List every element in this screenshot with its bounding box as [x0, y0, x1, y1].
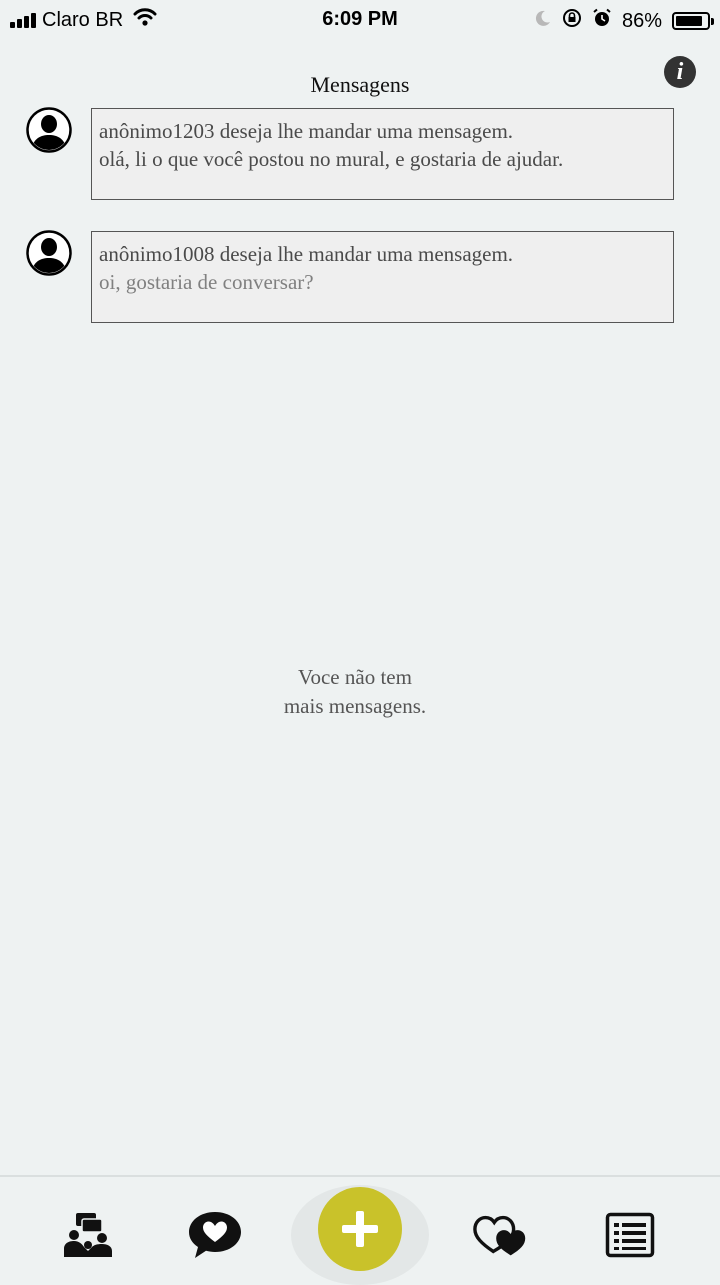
- battery-percent: 86%: [621, 9, 662, 32]
- avatar-icon: [26, 107, 72, 153]
- bottom-nav: [0, 1175, 720, 1285]
- message-card[interactable]: anônimo1203 deseja lhe mandar uma mensag…: [91, 108, 674, 200]
- page-title: Mensagens: [310, 72, 410, 97]
- empty-state: Voce não tem mais mensagens.: [0, 663, 710, 721]
- status-bar: Claro BR 6:09 PM 86%: [0, 0, 720, 40]
- add-icon[interactable]: [318, 1187, 402, 1271]
- message-text: olá, li o que você postou no mural, e go…: [99, 147, 564, 171]
- message-title: anônimo1008 deseja lhe mandar uma mensag…: [99, 242, 514, 266]
- heart-chat-icon[interactable]: [185, 1207, 245, 1263]
- list-icon[interactable]: [600, 1207, 660, 1263]
- message-card[interactable]: anônimo1008 deseja lhe mandar uma mensag…: [91, 231, 674, 323]
- empty-state-line: mais mensagens.: [283, 694, 427, 718]
- alarm-icon: [592, 8, 612, 34]
- message-title: anônimo1203 deseja lhe mandar uma mensag…: [99, 119, 514, 143]
- hearts-icon[interactable]: [472, 1207, 532, 1263]
- battery-icon: [672, 12, 714, 30]
- rotation-lock-icon: [562, 8, 582, 34]
- status-right: 86%: [534, 8, 714, 34]
- moon-icon: [534, 9, 552, 33]
- empty-state-line: Voce não tem: [298, 665, 412, 689]
- community-icon[interactable]: [58, 1207, 118, 1263]
- message-text: oi, gostaria de conversar?: [99, 270, 314, 294]
- avatar-icon: [26, 230, 72, 276]
